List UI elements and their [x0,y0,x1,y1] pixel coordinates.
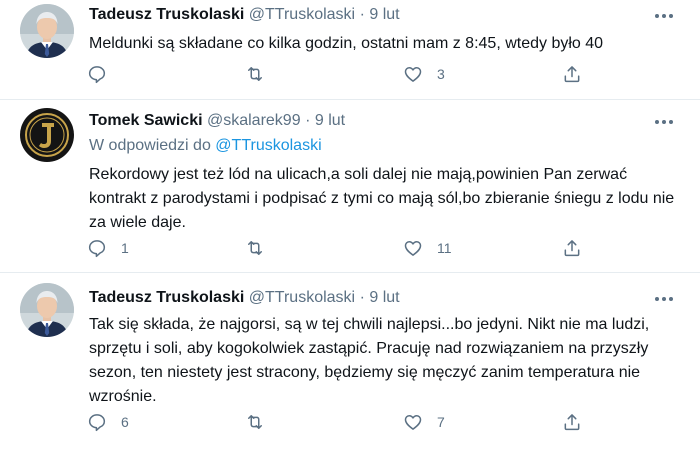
separator: · [359,289,365,306]
avatar[interactable] [20,283,74,337]
author-handle[interactable]: @TTruskolaski [249,6,355,23]
share-button[interactable] [562,63,582,85]
separator: · [359,6,365,23]
retweet-arrows-icon [245,412,265,432]
like-button[interactable]: 3 [403,63,445,85]
reply-prefix: W odpowiedzi do [89,137,211,154]
speech-bubble-icon [87,64,107,84]
reply-count: 6 [121,414,129,430]
reply-context: W odpowiedzi do @TTruskolaski [89,137,322,155]
share-upload-icon [562,64,582,84]
avatar[interactable] [20,108,74,162]
tweet-text: Rekordowy jest też lód na ulicach,a soli… [89,166,675,231]
reply-mention-link[interactable]: @TTruskolaski [215,137,321,154]
like-count: 7 [437,414,445,430]
avatar[interactable] [20,4,74,58]
tweet-date[interactable]: 9 lut [369,289,399,306]
tweet[interactable]: Tadeusz Truskolaski @TTruskolaski · 9 lu… [0,0,700,99]
like-count: 11 [437,240,452,256]
tweet[interactable]: Tomek Sawicki @skalarek99 · 9 lut W odpo… [0,100,700,272]
share-upload-icon [562,238,582,258]
more-dots-icon[interactable] [652,295,676,303]
tweet-text: Meldunki są składane co kilka godzin, os… [89,35,604,52]
tweet-header: Tadeusz Truskolaski @TTruskolaski · 9 lu… [89,6,400,24]
action-bar: 1 11 [87,237,587,259]
retweet-arrows-icon [245,64,265,84]
reply-count: 1 [121,240,129,256]
share-button[interactable] [562,237,582,259]
tweet-date[interactable]: 9 lut [369,6,399,23]
reply-button[interactable]: 1 [87,237,129,259]
speech-bubble-icon [87,412,107,432]
author-handle[interactable]: @skalarek99 [207,112,301,129]
tweet[interactable]: Tadeusz Truskolaski @TTruskolaski · 9 lu… [0,273,700,459]
retweet-button[interactable] [245,237,279,259]
action-bar: 6 7 [87,411,587,433]
more-dots-icon[interactable] [652,118,676,126]
like-button[interactable]: 11 [403,237,452,259]
retweet-button[interactable] [245,63,279,85]
retweet-button[interactable] [245,411,279,433]
author-handle[interactable]: @TTruskolaski [249,289,355,306]
reply-button[interactable]: 6 [87,411,129,433]
author-name[interactable]: Tadeusz Truskolaski [89,289,244,306]
tweet-header: Tadeusz Truskolaski @TTruskolaski · 9 lu… [89,289,400,307]
like-count: 3 [437,66,445,82]
heart-icon [403,238,423,258]
tweet-text: Tak się składa, że najgorsi, są w tej ch… [89,316,650,405]
more-dots-icon[interactable] [652,12,676,20]
retweet-arrows-icon [245,238,265,258]
tweet-header: Tomek Sawicki @skalarek99 · 9 lut [89,112,345,130]
action-bar: 3 [87,63,587,85]
heart-icon [403,64,423,84]
like-button[interactable]: 7 [403,411,445,433]
separator: · [305,112,311,129]
share-button[interactable] [562,411,582,433]
heart-icon [403,412,423,432]
tweet-date[interactable]: 9 lut [315,112,345,129]
reply-button[interactable] [87,63,121,85]
author-name[interactable]: Tomek Sawicki [89,112,203,129]
share-upload-icon [562,412,582,432]
speech-bubble-icon [87,238,107,258]
author-name[interactable]: Tadeusz Truskolaski [89,6,244,23]
